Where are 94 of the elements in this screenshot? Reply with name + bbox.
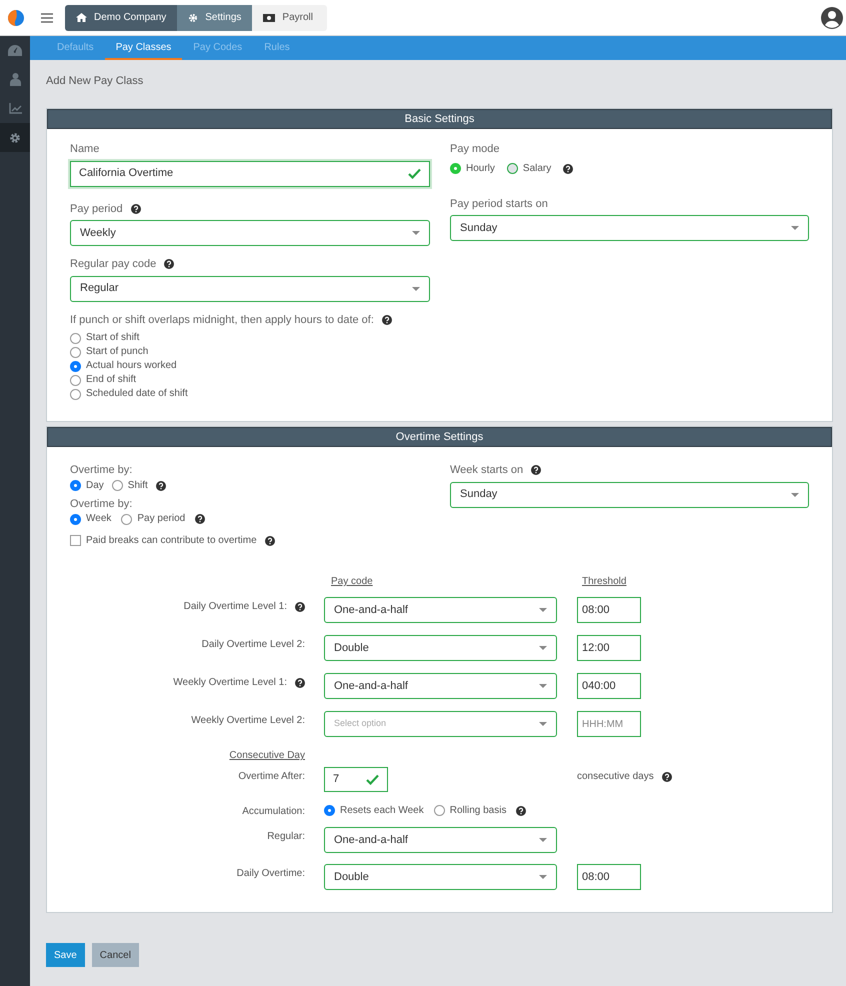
breadcrumb[interactable]: Settings (177, 4, 252, 30)
radio-option[interactable]: Actual hours worked (70, 359, 430, 373)
field-label: Pay period (70, 202, 123, 216)
help-icon[interactable] (164, 259, 174, 270)
caret-icon (412, 286, 420, 290)
caret-icon (791, 226, 799, 230)
select-field[interactable]: One-and-a-half (324, 597, 557, 623)
section-title: Consecutive Day (229, 749, 305, 763)
radio-option[interactable]: Rolling basis (434, 804, 506, 818)
threshold-field[interactable]: 040:00 (577, 673, 641, 699)
column-header: Pay code (331, 576, 373, 587)
caret-icon (539, 722, 547, 726)
row-label: Accumulation: (242, 805, 305, 819)
radio-option[interactable]: Scheduled date of shift (70, 387, 430, 401)
menu-icon[interactable] (41, 12, 53, 22)
help-icon[interactable] (295, 602, 305, 612)
field-label: Pay mode (450, 142, 500, 157)
field-label: Pay period starts on (450, 196, 548, 212)
check-icon (366, 774, 379, 785)
radio-option[interactable]: Day (70, 478, 104, 492)
radio-option[interactable]: Week (70, 512, 112, 526)
row-label: Daily Overtime: (236, 867, 305, 881)
select-field[interactable]: One-and-a-half (324, 827, 557, 853)
help-icon[interactable] (662, 772, 672, 782)
row-label: Weekly Overtime Level 1: (173, 676, 287, 690)
select-field[interactable]: Weekly (70, 220, 430, 246)
help-icon[interactable] (382, 314, 392, 325)
help-icon[interactable] (295, 678, 305, 688)
panel-header: Overtime Settings (47, 427, 832, 447)
select-field[interactable]: One-and-a-half (324, 673, 557, 699)
field-label: Overtime by: (70, 463, 132, 478)
gear-icon[interactable] (9, 132, 21, 144)
caret-icon (539, 838, 547, 842)
row-label: Daily Overtime Level 1: (184, 600, 287, 614)
column-header: Threshold (582, 576, 626, 587)
radio-option[interactable]: Shift (112, 478, 148, 492)
radio-option[interactable]: Start of punch (70, 345, 430, 359)
field-label: Overtime by: (70, 496, 132, 512)
radio-option[interactable]: Hourly (450, 162, 495, 176)
threshold-field[interactable]: 08:00 (577, 864, 641, 890)
field-label: Name (70, 142, 100, 157)
threshold-field[interactable]: HHH:MM (577, 711, 641, 737)
suffix-label: consecutive days (577, 770, 654, 784)
caret-icon (539, 684, 547, 688)
threshold-field[interactable]: 08:00 (577, 597, 641, 623)
help-icon[interactable] (516, 806, 526, 816)
radio-option[interactable]: Pay period (121, 512, 186, 526)
radio-option[interactable]: Resets each Week (324, 804, 424, 818)
help-icon[interactable] (563, 164, 574, 174)
caret-icon (791, 492, 799, 496)
field-label: Regular pay code (70, 257, 156, 272)
breadcrumb[interactable]: Payroll (252, 4, 327, 30)
caret-icon (539, 875, 547, 879)
row-label: Overtime After: (238, 770, 305, 784)
logo-icon[interactable] (8, 10, 24, 26)
banknote-icon (263, 14, 276, 22)
row-label: Weekly Overtime Level 2: (191, 714, 305, 728)
select-field[interactable]: Regular (70, 276, 430, 302)
chart-icon[interactable] (8, 103, 22, 114)
radio-option[interactable]: Start of shift (70, 331, 430, 345)
cancel-button[interactable]: Cancel (92, 943, 139, 967)
page-title: Add New Pay Class (46, 74, 144, 89)
gauge-icon[interactable] (8, 45, 22, 56)
person-icon[interactable] (10, 73, 20, 86)
save-button[interactable]: Save (46, 943, 85, 967)
panel-header: Basic Settings (47, 109, 832, 129)
select-field[interactable]: Sunday (450, 215, 809, 241)
checkbox-option[interactable]: Paid breaks can contribute to overtime (70, 533, 257, 548)
radio-option[interactable]: End of shift (70, 373, 430, 387)
select-field[interactable]: Double (324, 635, 557, 661)
caret-icon (539, 608, 547, 612)
help-icon[interactable] (156, 480, 166, 490)
threshold-field[interactable]: 12:00 (577, 635, 641, 661)
overtime-after-field[interactable]: 7 (324, 767, 388, 792)
caret-icon (412, 231, 420, 235)
field-label: Week starts on (450, 463, 524, 478)
help-icon[interactable] (531, 465, 542, 476)
check-icon (408, 168, 421, 179)
radio-option[interactable]: Salary (506, 162, 552, 176)
help-icon[interactable] (195, 514, 206, 524)
row-label: Regular: (267, 830, 305, 844)
avatar-icon[interactable] (821, 6, 843, 28)
home-icon (76, 13, 87, 22)
caret-icon (539, 646, 547, 650)
name-field[interactable]: California Overtime (70, 160, 430, 186)
field-label: If punch or shift overlaps midnight, then apply hours to date of: (70, 312, 374, 328)
breadcrumb[interactable]: Demo Company (65, 4, 178, 30)
sidebar-item[interactable] (0, 123, 30, 152)
row-label: Daily Overtime Level 2: (202, 638, 305, 652)
select-field[interactable]: Double (324, 864, 557, 890)
help-icon[interactable] (130, 204, 141, 214)
gear-icon (188, 12, 198, 22)
select-field[interactable]: Sunday (450, 482, 809, 508)
help-icon[interactable] (264, 536, 275, 546)
